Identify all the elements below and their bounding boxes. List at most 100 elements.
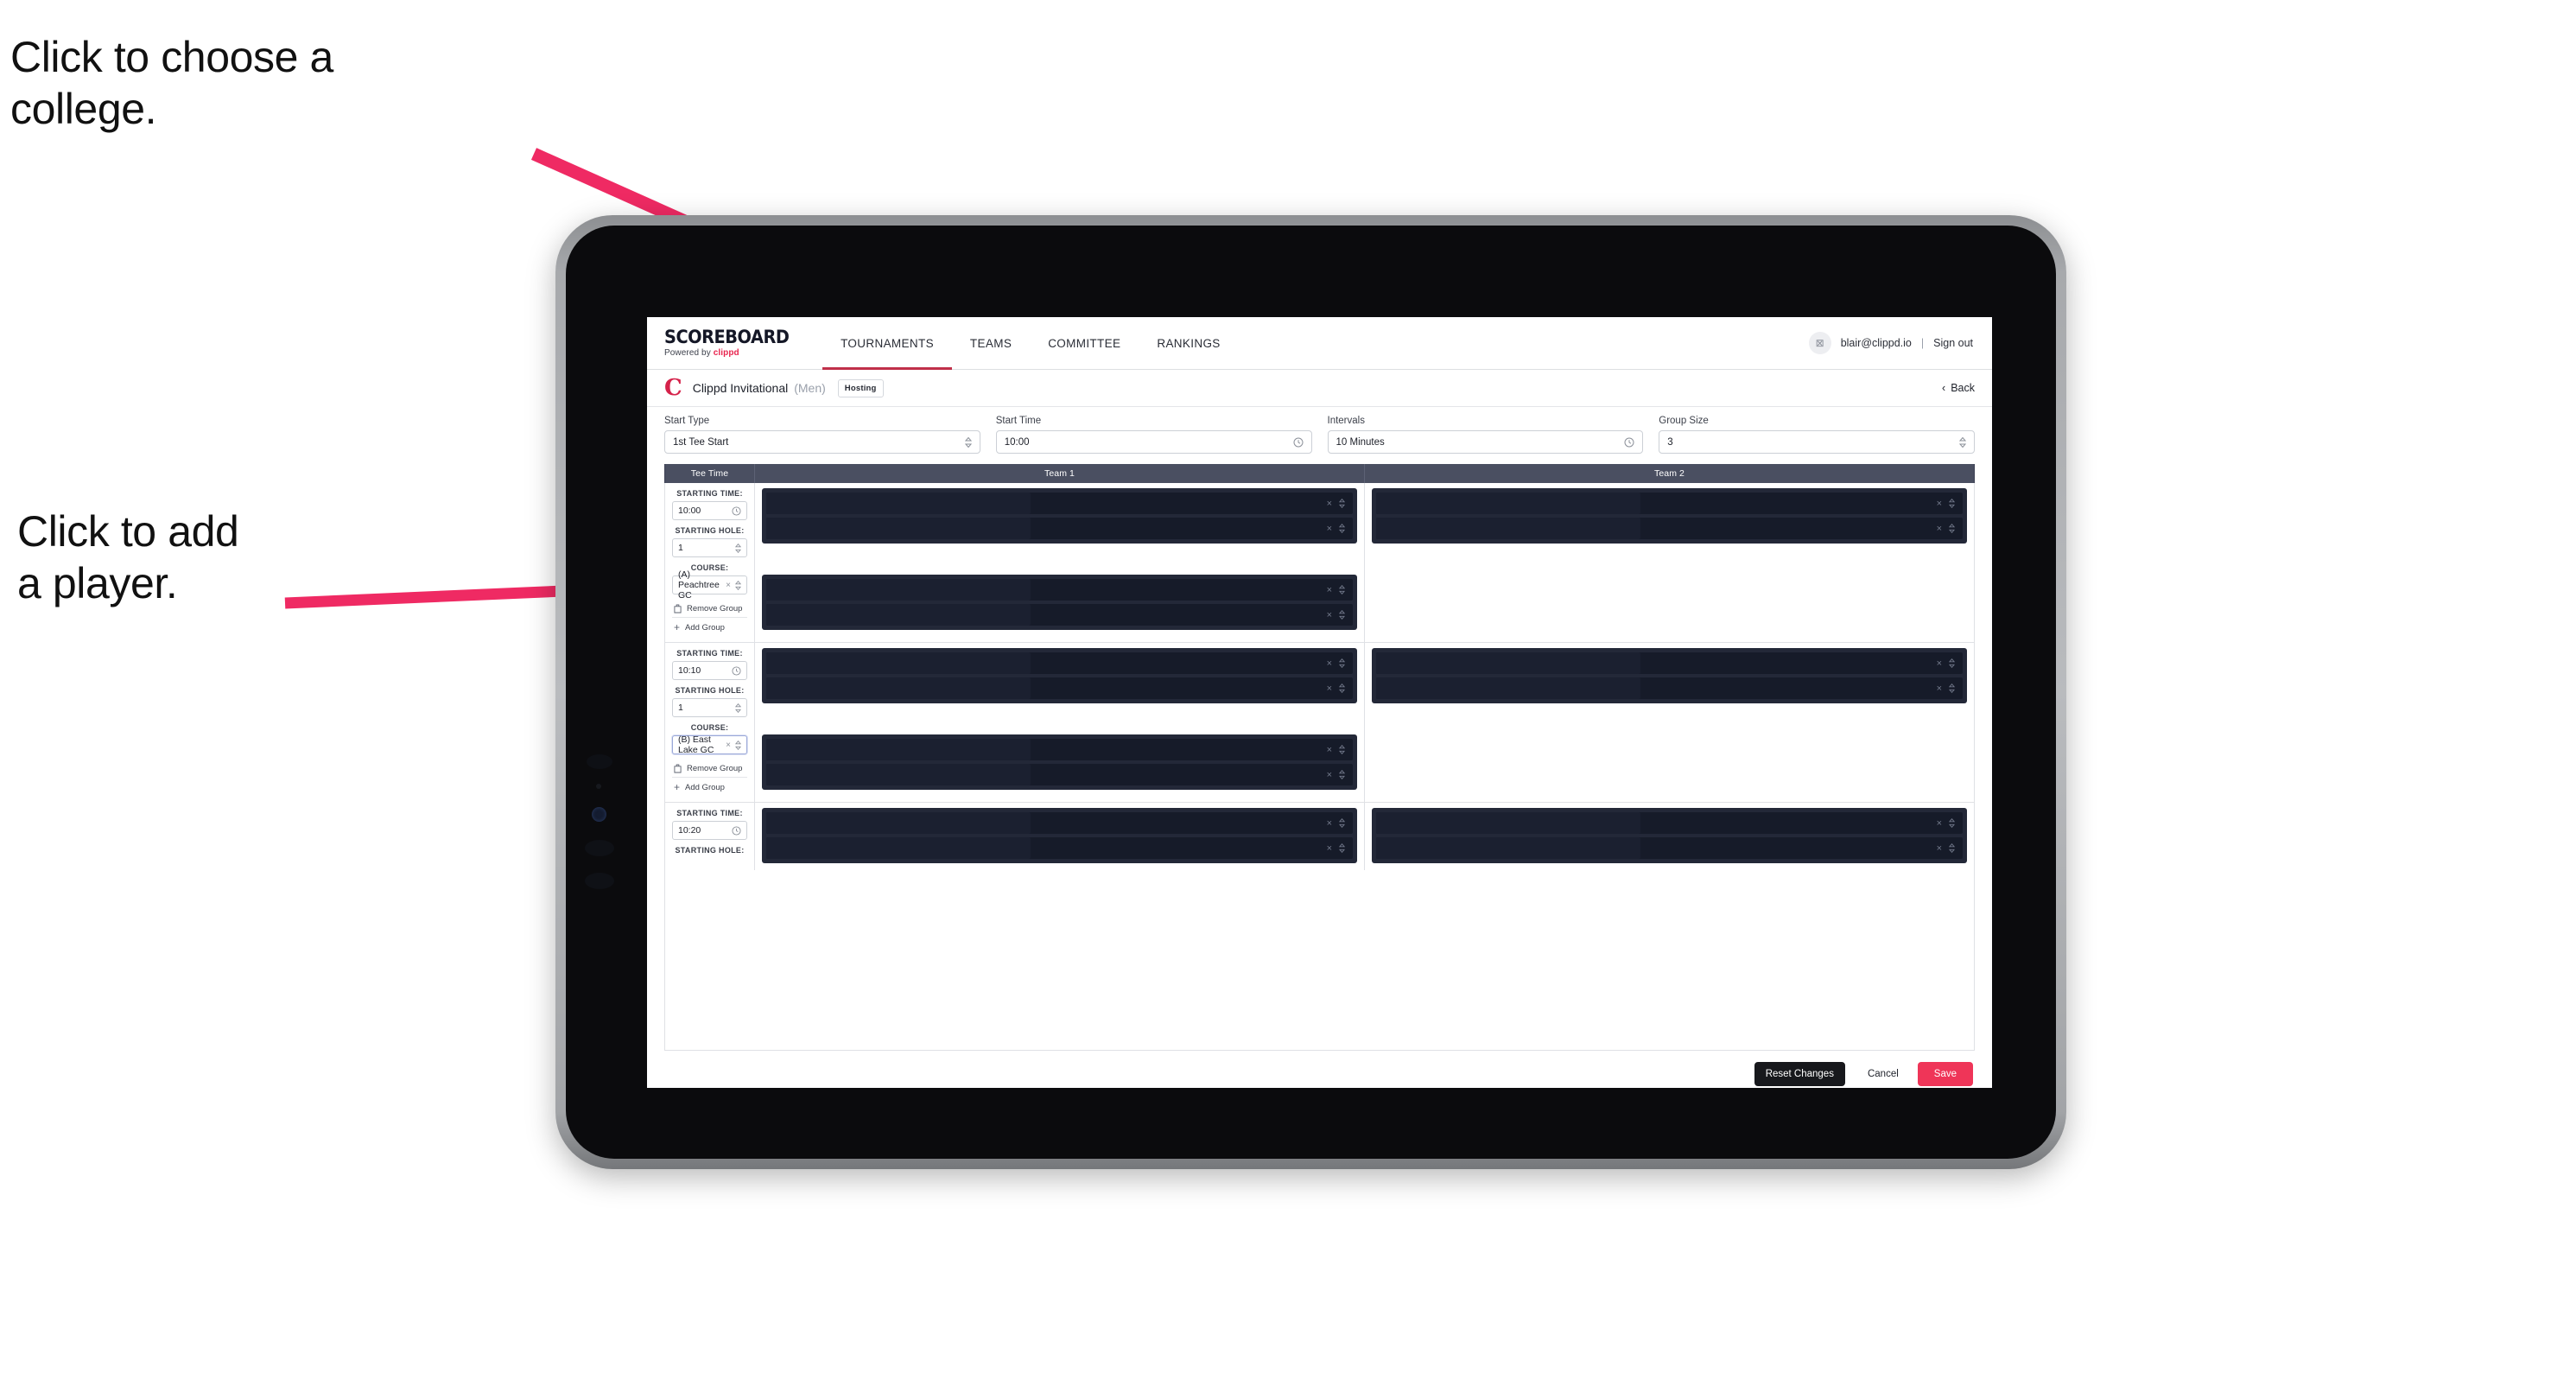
footer-action-bar: Reset Changes Cancel Save xyxy=(647,1051,1992,1088)
starting-hole-select[interactable]: 1 xyxy=(672,698,747,717)
player-slot[interactable]: × xyxy=(766,837,1353,859)
clear-icon[interactable]: × xyxy=(1327,658,1332,669)
stepper-icon[interactable] xyxy=(1949,658,1955,668)
stepper-icon[interactable] xyxy=(1339,610,1345,620)
stepper-icon[interactable] xyxy=(1339,770,1345,779)
player-slot[interactable]: × xyxy=(766,518,1353,539)
starting-time-input[interactable]: 10:00 xyxy=(672,501,747,520)
avatar[interactable]: ⊠ xyxy=(1808,332,1831,354)
brand-tagline-name: clippd xyxy=(713,348,739,358)
clock-icon[interactable] xyxy=(1624,437,1634,448)
stepper-icon[interactable] xyxy=(1339,585,1345,594)
clock-icon[interactable] xyxy=(1293,437,1304,448)
player-slot[interactable]: × xyxy=(1376,812,1963,834)
starting-hole-select[interactable]: 1 xyxy=(672,538,747,557)
save-button[interactable]: Save xyxy=(1917,1062,1973,1086)
tee-time-cell: STARTING TIME: 10:10 STARTING HOLE: 1 CO… xyxy=(665,643,755,802)
player-slot[interactable]: × xyxy=(766,579,1353,601)
tee-sheet-body[interactable]: STARTING TIME: 10:00 STARTING HOLE: 1 CO… xyxy=(664,483,1975,1051)
clock-icon[interactable] xyxy=(732,505,741,516)
team-2-cell: × × xyxy=(1365,643,1974,802)
course-select[interactable]: (B) East Lake GC × xyxy=(672,734,747,755)
stepper-icon[interactable] xyxy=(1339,499,1345,508)
stepper-icon[interactable] xyxy=(735,703,741,713)
clear-icon[interactable]: × xyxy=(1937,843,1942,854)
player-slot[interactable]: × xyxy=(766,677,1353,699)
reset-changes-button[interactable]: Reset Changes xyxy=(1754,1062,1845,1086)
nav-tab-committee[interactable]: COMMITTEE xyxy=(1030,317,1139,369)
add-group-button[interactable]: + Add Group xyxy=(672,777,747,797)
clock-icon[interactable] xyxy=(732,665,741,676)
clear-icon[interactable]: × xyxy=(726,581,731,590)
player-slot[interactable]: × xyxy=(766,812,1353,834)
stepper-icon[interactable] xyxy=(964,436,972,448)
start-time-input[interactable]: 10:00 xyxy=(995,430,1312,454)
stepper-icon[interactable] xyxy=(1339,658,1345,668)
cancel-button[interactable]: Cancel xyxy=(1852,1062,1914,1086)
stepper-icon[interactable] xyxy=(1959,436,1966,448)
annotation-choose-college: Click to choose a college. xyxy=(10,33,333,133)
tournament-name: Clippd Invitational xyxy=(692,381,789,395)
group-card: × × xyxy=(1372,648,1967,703)
stepper-icon[interactable] xyxy=(1949,524,1955,533)
back-link[interactable]: ‹ Back xyxy=(1942,382,1975,394)
stepper-icon[interactable] xyxy=(1949,818,1955,828)
stepper-icon[interactable] xyxy=(735,580,741,590)
clear-icon[interactable]: × xyxy=(1937,524,1942,534)
stepper-icon[interactable] xyxy=(1339,683,1345,693)
stepper-icon[interactable] xyxy=(1949,683,1955,693)
nav-tab-teams[interactable]: TEAMS xyxy=(952,317,1030,369)
player-slot[interactable]: × xyxy=(766,739,1353,760)
clock-icon[interactable] xyxy=(732,825,741,836)
player-slot[interactable]: × xyxy=(1376,493,1963,514)
stepper-icon[interactable] xyxy=(735,543,741,553)
start-type-select[interactable]: 1st Tee Start xyxy=(664,430,980,454)
clear-icon[interactable]: × xyxy=(1327,843,1332,854)
player-slot[interactable]: × xyxy=(766,604,1353,626)
stepper-icon[interactable] xyxy=(1339,818,1345,828)
player-slot[interactable]: × xyxy=(1376,652,1963,674)
clear-icon[interactable]: × xyxy=(1327,499,1332,509)
clear-icon[interactable]: × xyxy=(1327,683,1332,694)
clear-icon[interactable]: × xyxy=(726,741,731,750)
clear-icon[interactable]: × xyxy=(1327,524,1332,534)
player-slot-actions: × xyxy=(1327,843,1353,854)
add-group-button[interactable]: + Add Group xyxy=(672,617,747,637)
clear-icon[interactable]: × xyxy=(1327,818,1332,829)
player-slot[interactable]: × xyxy=(766,652,1353,674)
clear-icon[interactable]: × xyxy=(1327,745,1332,755)
intervals-input[interactable]: 10 Minutes xyxy=(1327,430,1644,454)
player-slot[interactable]: × xyxy=(1376,677,1963,699)
sign-out-link[interactable]: Sign out xyxy=(1933,337,1973,349)
brand-logo[interactable]: SCOREBOARD Powered by clippd xyxy=(647,328,822,358)
remove-group-button[interactable]: Remove Group xyxy=(672,760,747,777)
player-slot-actions: × xyxy=(1937,524,1963,534)
remove-group-button[interactable]: Remove Group xyxy=(672,601,747,617)
clear-icon[interactable]: × xyxy=(1937,499,1942,509)
account-email: blair@clippd.io xyxy=(1840,337,1912,349)
stepper-icon[interactable] xyxy=(1339,745,1345,754)
stepper-icon[interactable] xyxy=(1949,499,1955,508)
player-slot[interactable]: × xyxy=(1376,837,1963,859)
player-slot[interactable]: × xyxy=(766,764,1353,785)
nav-tab-tournaments[interactable]: TOURNAMENTS xyxy=(822,317,952,370)
clear-icon[interactable]: × xyxy=(1327,610,1332,620)
clear-icon[interactable]: × xyxy=(1937,658,1942,669)
stepper-icon[interactable] xyxy=(1339,843,1345,853)
group-size-select[interactable]: 3 xyxy=(1659,430,1975,454)
player-slot[interactable]: × xyxy=(766,493,1353,514)
clear-icon[interactable]: × xyxy=(1937,818,1942,829)
stepper-icon[interactable] xyxy=(1339,524,1345,533)
starting-time-input[interactable]: 10:20 xyxy=(672,821,747,840)
table-row: STARTING TIME: 10:00 STARTING HOLE: 1 CO… xyxy=(665,483,1974,643)
clear-icon[interactable]: × xyxy=(1327,770,1332,780)
course-select[interactable]: (A) Peachtree GC × xyxy=(672,569,747,601)
clear-icon[interactable]: × xyxy=(1327,585,1332,595)
tee-sheet-header: Tee Time Team 1 Team 2 xyxy=(664,464,1975,483)
starting-time-input[interactable]: 10:10 xyxy=(672,661,747,680)
stepper-icon[interactable] xyxy=(1949,843,1955,853)
clear-icon[interactable]: × xyxy=(1937,683,1942,694)
player-slot[interactable]: × xyxy=(1376,518,1963,539)
nav-tab-rankings[interactable]: RANKINGS xyxy=(1139,317,1238,369)
stepper-icon[interactable] xyxy=(735,740,741,750)
